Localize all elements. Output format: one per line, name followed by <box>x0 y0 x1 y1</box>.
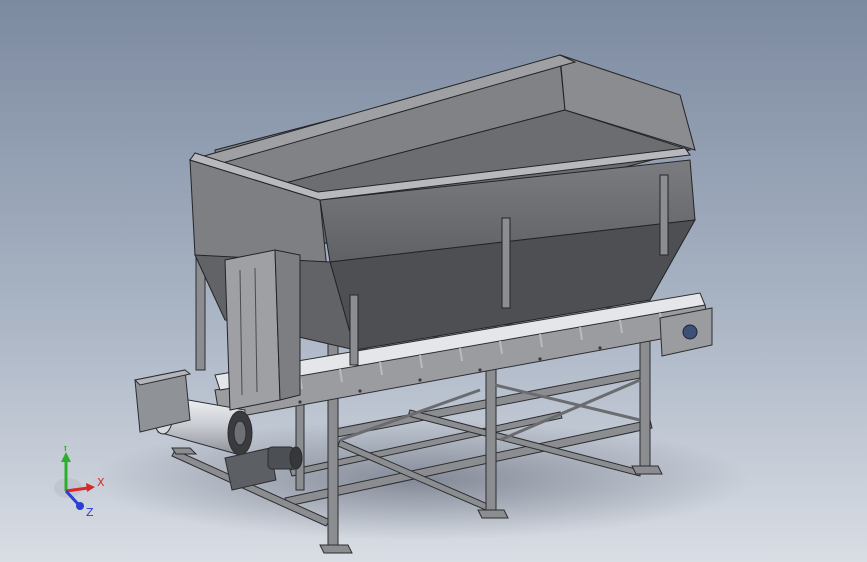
orientation-triad: Y X Z <box>54 446 105 519</box>
triad-x-label: X <box>97 476 105 489</box>
conveyor-hopper-model[interactable] <box>0 0 867 562</box>
cad-viewport[interactable]: Y X Z <box>0 0 867 562</box>
triad-y-label: Y <box>61 446 69 454</box>
triad-z-label: Z <box>86 506 94 519</box>
